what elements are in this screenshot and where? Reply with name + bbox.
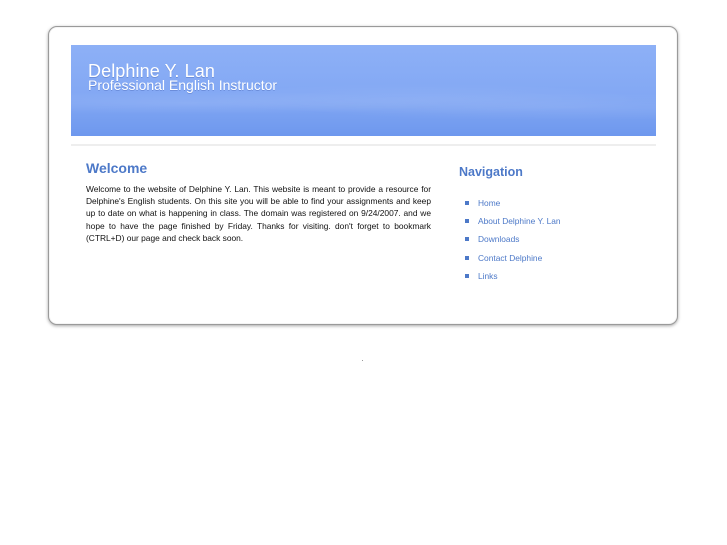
square-bullet-icon [465,219,469,224]
site-subtitle: Professional English Instructor [88,77,278,93]
nav-link-links[interactable]: Links [478,271,498,281]
nav-link-contact[interactable]: Contact Delphine [478,253,542,263]
nav-item-home: Home [465,197,639,215]
header-divider [71,144,656,146]
nav-item-downloads: Downloads [465,233,639,251]
header-banner: Delphine Y. Lan Professional English Ins… [71,45,656,136]
nav-item-contact: Contact Delphine [465,252,639,270]
nav-link-about[interactable]: About Delphine Y. Lan [478,216,561,226]
welcome-heading: Welcome [86,160,148,176]
welcome-text: Welcome to the website of Delphine Y. La… [86,184,431,243]
page-background: Delphine Y. Lan Professional English Ins… [0,0,727,545]
nav-item-about: About Delphine Y. Lan [465,215,639,233]
navigation-heading: Navigation [459,165,523,179]
stray-dot [362,360,363,361]
nav-link-home[interactable]: Home [478,198,500,208]
square-bullet-icon [465,273,469,278]
content-card: Delphine Y. Lan Professional English Ins… [48,26,678,325]
navigation-list: Home About Delphine Y. Lan Downloads Con… [459,197,639,288]
square-bullet-icon [465,237,469,242]
square-bullet-icon [465,201,469,205]
navigation-panel: Navigation Home About Delphine Y. Lan Do… [459,165,639,288]
nav-link-downloads[interactable]: Downloads [478,234,519,244]
main-content: Welcome Welcome to the website of Delphi… [86,160,431,244]
square-bullet-icon [465,255,469,260]
nav-item-links: Links [465,270,639,288]
